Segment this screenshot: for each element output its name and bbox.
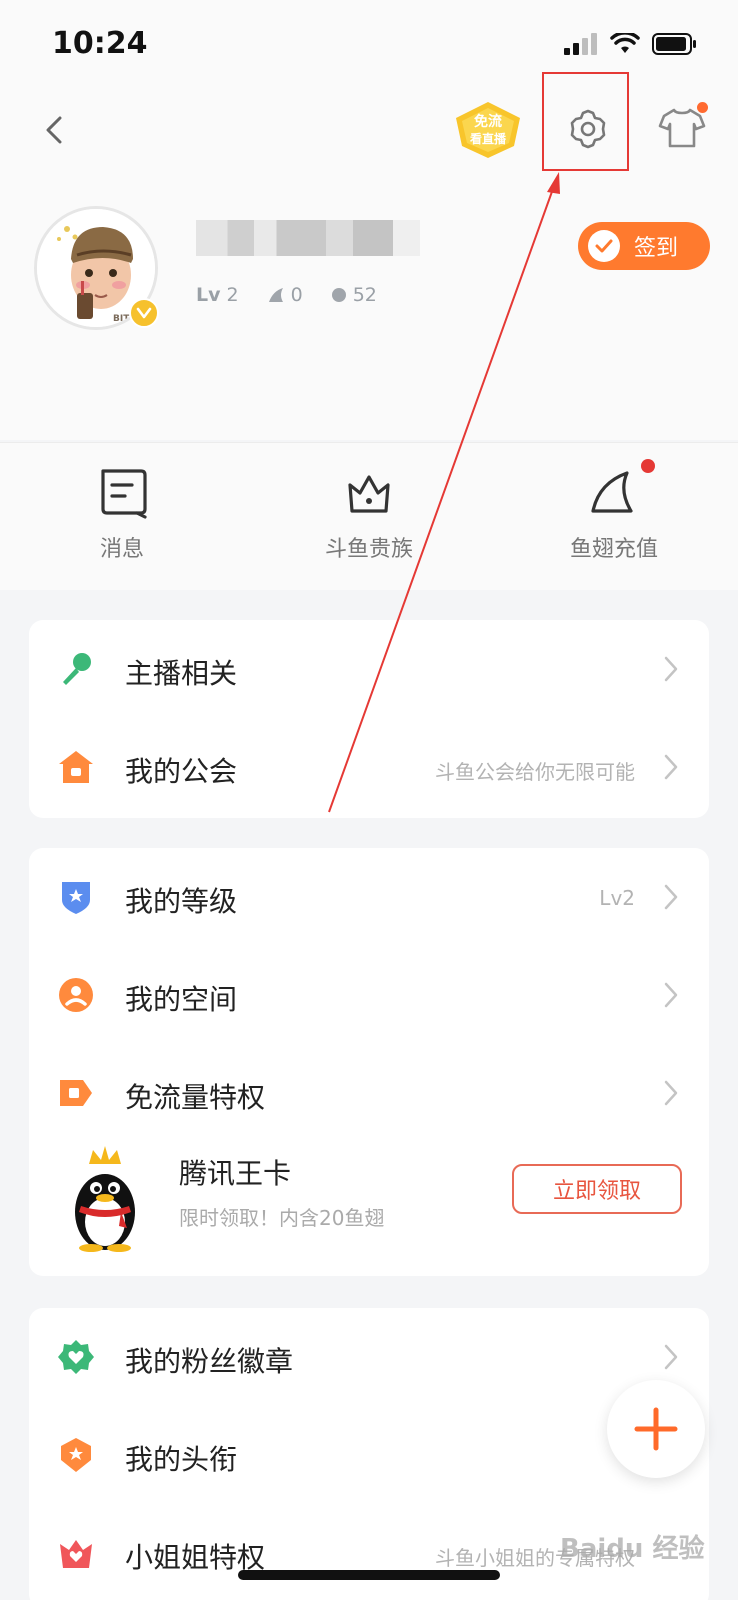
free-flow-badge[interactable]: 免流 看直播	[452, 100, 524, 160]
free-traffic-icon	[60, 1080, 92, 1106]
user-stats: Lv 2 0 52	[196, 284, 377, 306]
notification-dot	[697, 102, 708, 113]
fin-icon	[587, 459, 655, 519]
menu-card-streaming: 主播相关 我的公会 斗鱼公会给你无限可能	[29, 620, 709, 818]
chevron-right-icon	[664, 1080, 678, 1106]
promo-title: 腾讯王卡	[179, 1157, 292, 1190]
signin-label: 签到	[634, 236, 679, 261]
menu-item-label: 我的粉丝徽章	[125, 1345, 294, 1378]
notification-dot	[641, 459, 655, 473]
quick-action-label: 消息	[99, 537, 144, 562]
chevron-right-icon	[664, 754, 678, 780]
status-time: 10:24	[52, 26, 148, 61]
menu-item-label: 我的头衔	[125, 1443, 238, 1476]
promo-subtitle: 限时领取！内含20鱼翅	[179, 1206, 385, 1230]
menu-item-level[interactable]: 我的等级 Lv2	[29, 848, 709, 946]
menu-item-label: 我的等级	[125, 885, 238, 918]
menu-item-space[interactable]: 我的空间	[29, 946, 709, 1044]
fin-count: 0	[290, 284, 303, 306]
menu-item-hint: 斗鱼公会给你无限可能	[435, 760, 635, 784]
plus-icon	[634, 1407, 678, 1451]
quick-action-label: 斗鱼贵族	[324, 537, 413, 562]
menu-item-fan-badge[interactable]: 我的粉丝徽章	[29, 1308, 709, 1406]
menu-item-streamer[interactable]: 主播相关	[29, 620, 709, 718]
level-value: 2	[226, 284, 239, 306]
fin-stat: 0	[267, 284, 303, 306]
fan-badge-icon	[58, 1340, 94, 1374]
menu-item-guild[interactable]: 我的公会 斗鱼公会给你无限可能	[29, 718, 709, 816]
chevron-right-icon	[664, 884, 678, 910]
check-icon	[588, 230, 620, 262]
free-flow-badge-line1: 免流	[474, 113, 502, 130]
menu-card-account: 我的等级 Lv2 我的空间 免流量特权 腾讯王卡 限时领取！内含20鱼翅 立即领…	[29, 848, 709, 1276]
quick-action-recharge[interactable]: 鱼翅充值	[524, 459, 704, 563]
microphone-icon	[63, 653, 91, 685]
menu-item-label: 主播相关	[125, 657, 238, 690]
coin-stat: 52	[331, 284, 377, 306]
quick-action-nobility[interactable]: 斗鱼贵族	[279, 465, 459, 563]
title-badge-icon	[61, 1438, 91, 1472]
free-flow-badge-icon: 免流 看直播	[456, 102, 520, 158]
fin-icon	[268, 288, 283, 302]
chevron-right-icon	[664, 1344, 678, 1370]
back-icon[interactable]	[38, 112, 74, 148]
chevron-right-icon	[664, 656, 678, 682]
battery-icon	[652, 33, 696, 55]
verified-check-icon	[136, 307, 152, 319]
penguin-mascot-icon	[75, 1146, 135, 1252]
menu-item-free-traffic[interactable]: 免流量特权	[29, 1044, 709, 1142]
quick-actions: 消息 斗鱼贵族 鱼翅充值	[0, 442, 738, 590]
gear-icon[interactable]	[567, 108, 609, 150]
verified-badge	[129, 298, 159, 328]
lady-privilege-icon	[60, 1540, 92, 1568]
add-button[interactable]	[607, 1380, 705, 1478]
menu-item-label: 我的公会	[125, 755, 238, 788]
promo-tencent-card: 腾讯王卡 限时领取！内含20鱼翅 立即领取	[29, 1132, 709, 1272]
free-flow-badge-line2: 看直播	[470, 131, 507, 146]
menu-item-label: 免流量特权	[125, 1081, 266, 1114]
level-shield-icon	[62, 882, 90, 914]
menu-item-hint: Lv2	[599, 886, 635, 910]
outfit-button[interactable]	[658, 102, 708, 152]
level-label: Lv	[196, 284, 221, 306]
watermark: Baidu 经验	[560, 1534, 705, 1564]
coin-count: 52	[352, 284, 377, 306]
person-circle-icon	[59, 978, 93, 1012]
status-icons	[564, 32, 698, 56]
coin-icon	[331, 288, 346, 302]
home-indicator[interactable]	[238, 1570, 500, 1580]
menu-item-label: 我的空间	[125, 983, 238, 1016]
chevron-right-icon	[664, 982, 678, 1008]
claim-button[interactable]: 立即领取	[512, 1164, 682, 1214]
wifi-icon	[610, 33, 640, 53]
signin-button[interactable]: 签到	[578, 222, 710, 270]
message-icon	[95, 465, 149, 519]
guild-house-icon	[59, 751, 93, 783]
crown-icon	[342, 465, 396, 519]
cellular-signal-icon	[564, 33, 597, 55]
quick-action-label: 鱼翅充值	[569, 537, 658, 562]
quick-action-messages[interactable]: 消息	[32, 465, 212, 563]
level-stat: Lv 2	[196, 284, 239, 306]
profile-header: 免流 看直播 BITCH Lv 2 0 52 签到	[0, 72, 738, 440]
username-blurred	[196, 220, 420, 256]
